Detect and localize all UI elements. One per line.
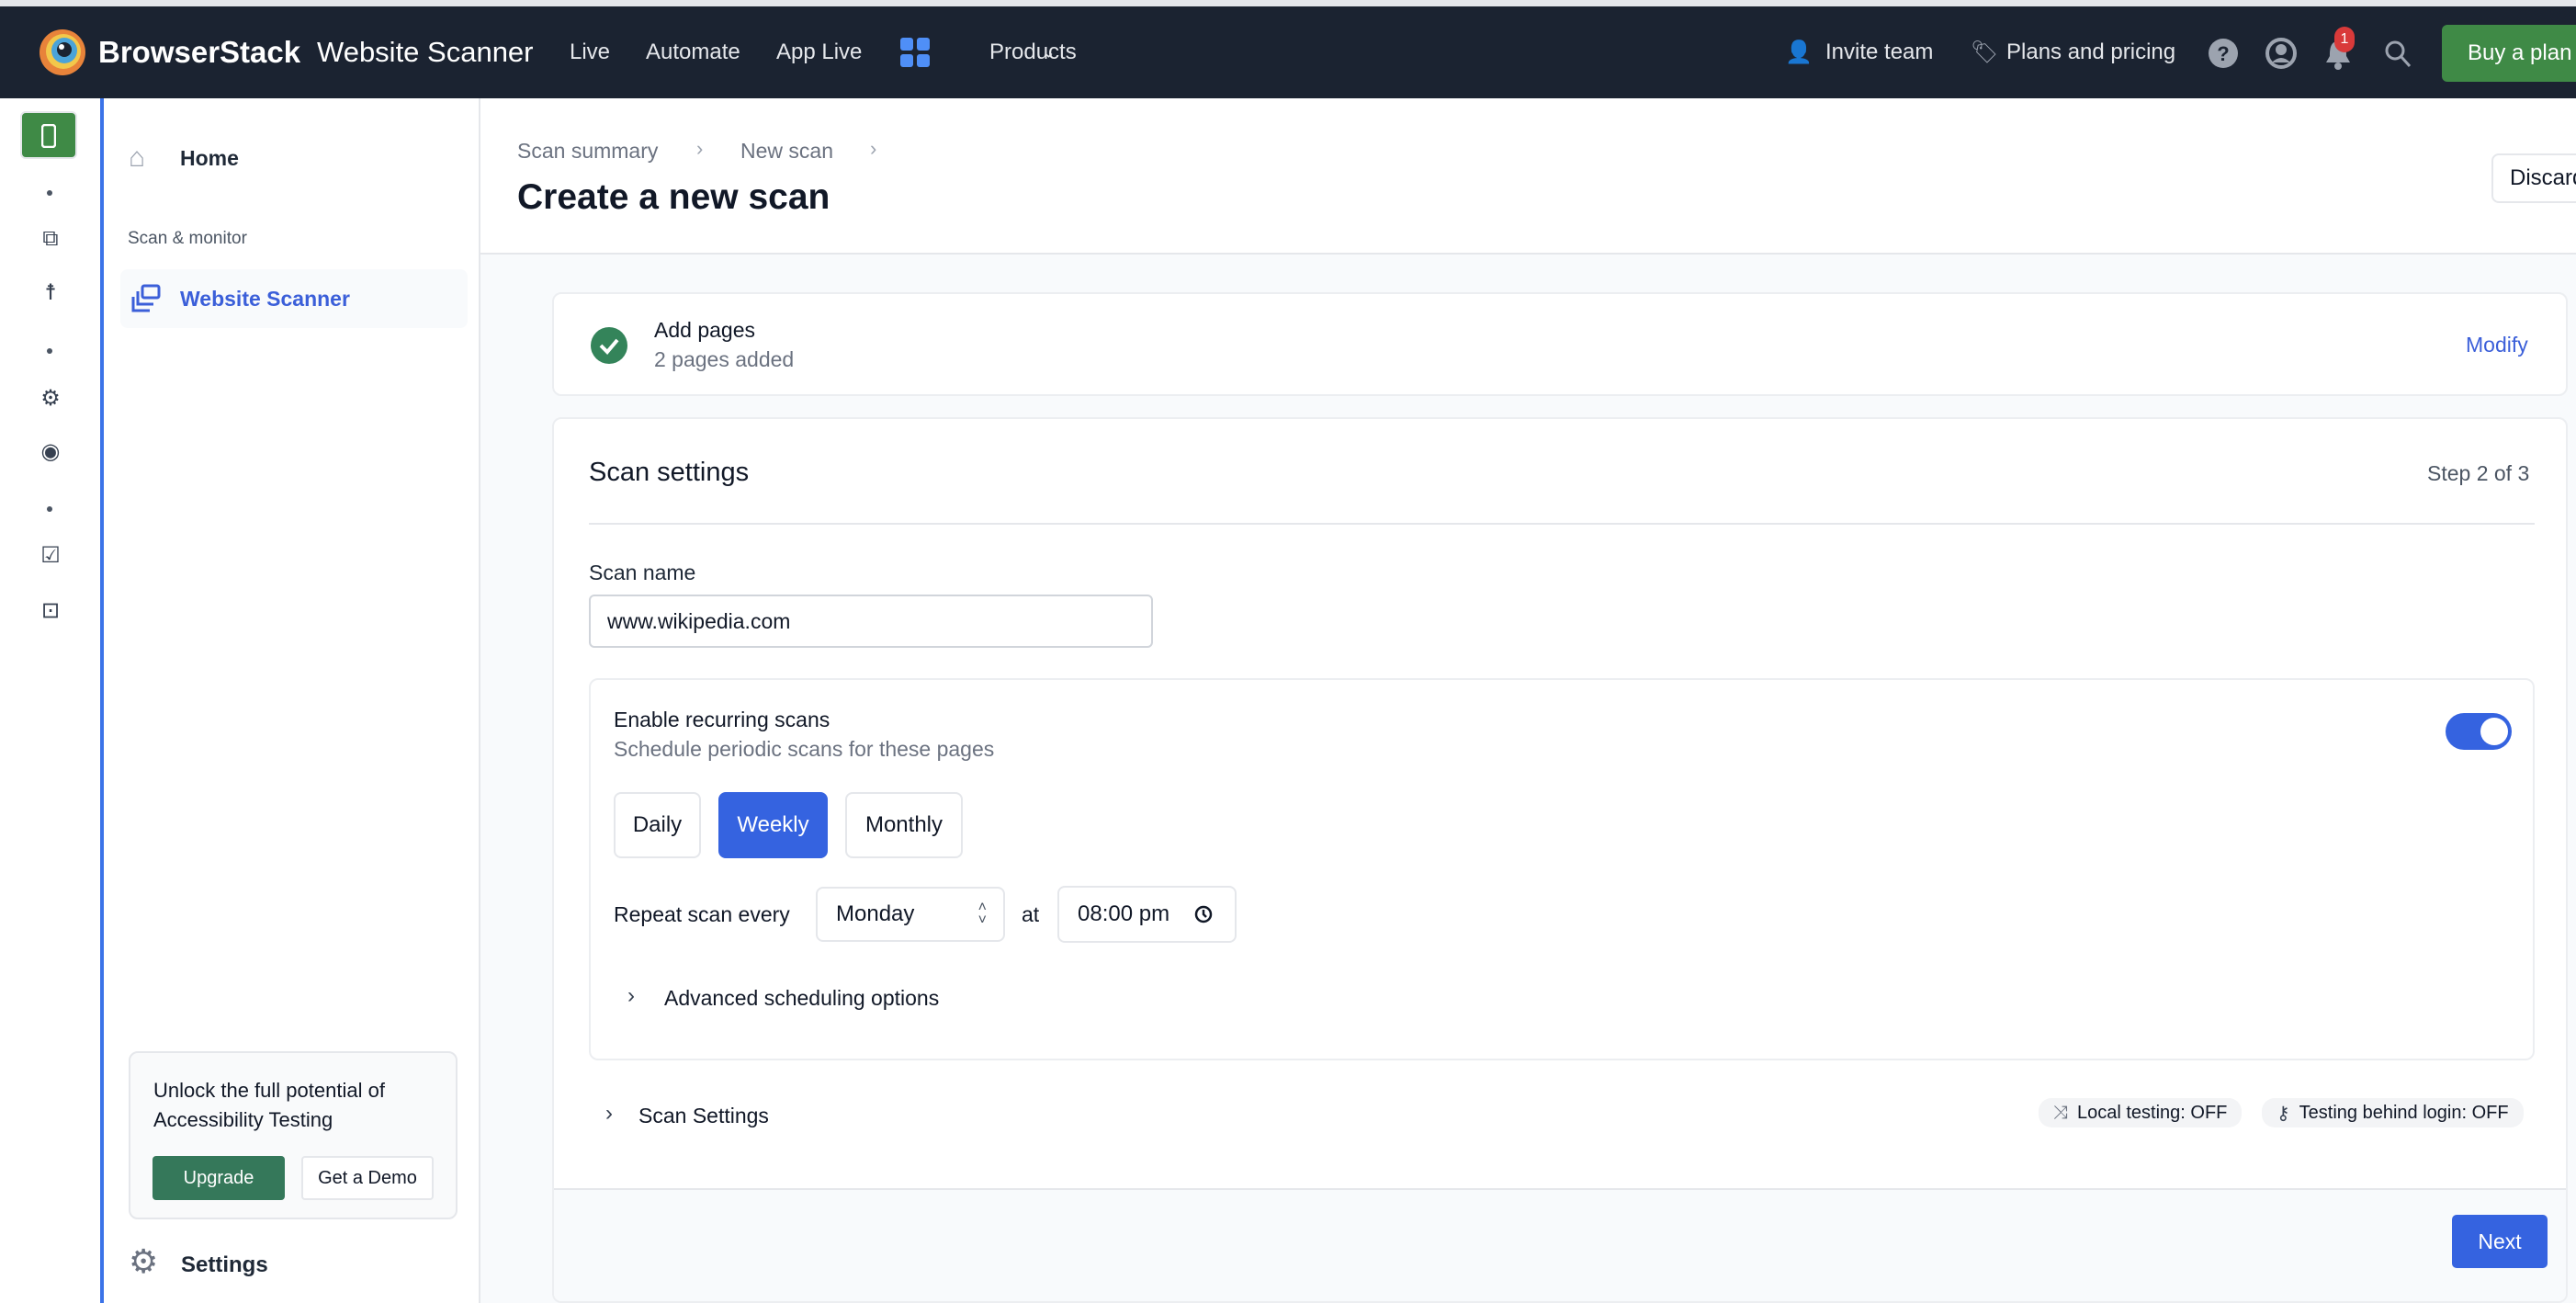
get-demo-button[interactable]: Get a Demo (301, 1156, 434, 1200)
scan-name-label: Scan name (589, 561, 696, 584)
breadcrumb-new-scan[interactable]: New scan (740, 139, 833, 164)
svg-text:?: ? (2217, 42, 2229, 65)
search-icon[interactable] (2384, 40, 2412, 69)
nav-live[interactable]: Live (570, 40, 610, 65)
buy-plan-button[interactable]: Buy a plan (2442, 25, 2576, 82)
frequency-daily[interactable]: Daily (614, 792, 701, 858)
plans-pricing-link[interactable]: Plans and pricing (2006, 40, 2175, 65)
key-icon: ⚷ (2277, 1103, 2290, 1124)
device-settings-icon[interactable]: ⚙ (35, 384, 66, 412)
main-content: Add pages 2 pages added Modify Scan sett… (480, 255, 2576, 1303)
home-icon[interactable]: ⌂ (129, 142, 145, 174)
recurring-toggle[interactable] (2446, 713, 2512, 750)
checklist-icon[interactable]: ☑ (35, 541, 66, 569)
next-button[interactable]: Next (2452, 1215, 2548, 1268)
local-testing-chip[interactable]: ⤨ Local testing: OFF (2039, 1098, 2243, 1127)
sidebar-item-settings[interactable]: Settings (181, 1252, 268, 1278)
scan-settings-toggle[interactable]: Scan Settings (638, 1104, 769, 1128)
sidebar-section-label: Scan & monitor (128, 229, 247, 248)
local-testing-status: Local testing: OFF (2077, 1102, 2228, 1123)
tag-icon[interactable]: 🏷 (1971, 40, 1998, 66)
advanced-scheduling-toggle[interactable]: Advanced scheduling options (664, 986, 939, 1011)
invite-team-link[interactable]: Invite team (1825, 40, 1933, 65)
shuffle-icon: ⤨ (2053, 1102, 2068, 1123)
invite-user-icon[interactable]: 👤 (1785, 40, 1813, 66)
upgrade-promo-card: Unlock the full potential of Accessibili… (129, 1051, 458, 1219)
login-testing-status: Testing behind login: OFF (2299, 1102, 2509, 1123)
recurring-subtitle: Schedule periodic scans for these pages (614, 737, 995, 761)
settings-gear-icon[interactable]: ⚙ (129, 1242, 158, 1281)
products-grid-icon[interactable] (900, 38, 932, 69)
card-footer: Next (554, 1188, 2566, 1301)
top-navbar: BrowserStack Website Scanner Live Automa… (0, 6, 2576, 98)
time-value: 08:00 pm (1078, 901, 1170, 926)
mobile-icon (41, 124, 56, 148)
add-pages-card: Add pages 2 pages added Modify (552, 292, 2568, 396)
notification-badge: 1 (2334, 27, 2355, 52)
scan-name-input[interactable]: www.wikipedia.com (589, 595, 1153, 648)
discard-button[interactable]: Discard (2491, 153, 2576, 203)
recurring-title: Enable recurring scans (614, 708, 830, 731)
clock-icon (1194, 905, 1213, 923)
rail-item-mobile[interactable] (20, 111, 77, 159)
add-pages-subtitle: 2 pages added (654, 347, 795, 371)
sidebar-item-home[interactable]: Home (180, 146, 239, 171)
day-select-value: Monday (836, 901, 915, 926)
repeat-label: Repeat scan every (614, 902, 790, 926)
promo-text: Unlock the full potential of Accessibili… (153, 1079, 385, 1131)
accessibility-icon[interactable]: ☨ (35, 278, 66, 306)
select-arrows-icon: ˄ ˅ (977, 900, 987, 928)
day-select[interactable]: Monday ˄ ˅ (816, 887, 1005, 942)
divider (589, 523, 2535, 525)
sidebar-item-label: Website Scanner (180, 287, 350, 311)
page-header: Scan summary › New scan › Create a new s… (480, 98, 2576, 255)
scan-settings-card: Scan settings Step 2 of 3 Scan name www.… (552, 417, 2568, 1303)
at-label: at (1022, 902, 1040, 926)
product-name[interactable]: Website Scanner (317, 36, 534, 69)
rail-separator (47, 348, 52, 354)
frequency-monthly[interactable]: Monthly (845, 792, 963, 858)
chevron-right-icon[interactable]: › (605, 1101, 613, 1127)
brand-name[interactable]: BrowserStack (98, 35, 300, 70)
help-icon[interactable]: ? (2208, 38, 2239, 69)
nav-automate[interactable]: Automate (646, 40, 740, 65)
login-testing-chip[interactable]: ⚷ Testing behind login: OFF (2262, 1098, 2524, 1127)
toggle-knob (2480, 718, 2508, 745)
check-circle-icon (591, 327, 627, 364)
modify-link[interactable]: Modify (2466, 333, 2528, 357)
product-rail: ⧉ ☨ ⚙ ◉ ☑ ⊡ (0, 98, 104, 1303)
sidebar: ⌂ Home Scan & monitor Website Scanner Un… (104, 98, 480, 1303)
browserstack-logo-icon (40, 29, 85, 75)
chevron-down-icon[interactable]: ⌄ (1042, 43, 1056, 62)
page-title: Create a new scan (517, 177, 830, 217)
time-input[interactable]: 08:00 pm (1057, 886, 1237, 943)
report-settings-icon[interactable]: ⊡ (35, 596, 66, 624)
website-scanner-icon (131, 284, 161, 312)
sidebar-item-website-scanner[interactable]: Website Scanner (120, 269, 468, 328)
recurring-scans-panel: Enable recurring scans Schedule periodic… (589, 678, 2535, 1060)
account-icon[interactable] (2265, 38, 2297, 69)
devices-icon[interactable]: ⧉ (35, 225, 66, 253)
nav-app-live[interactable]: App Live (776, 40, 862, 65)
step-indicator: Step 2 of 3 (2427, 461, 2530, 485)
breadcrumb-chevron-icon: › (696, 137, 704, 160)
add-pages-title: Add pages (654, 318, 755, 342)
scan-settings-title: Scan settings (589, 458, 750, 487)
upgrade-button[interactable]: Upgrade (153, 1156, 285, 1200)
nav-products[interactable]: Products (989, 40, 1077, 65)
breadcrumb-chevron-icon: › (870, 137, 877, 160)
breadcrumb-scan-summary[interactable]: Scan summary (517, 139, 658, 164)
rail-separator (47, 190, 52, 196)
frequency-weekly[interactable]: Weekly (718, 792, 828, 858)
window-top-strip (0, 0, 2576, 6)
rail-separator (47, 506, 52, 512)
visual-settings-icon[interactable]: ◉ (35, 437, 66, 465)
chevron-right-icon[interactable]: › (627, 983, 635, 1009)
